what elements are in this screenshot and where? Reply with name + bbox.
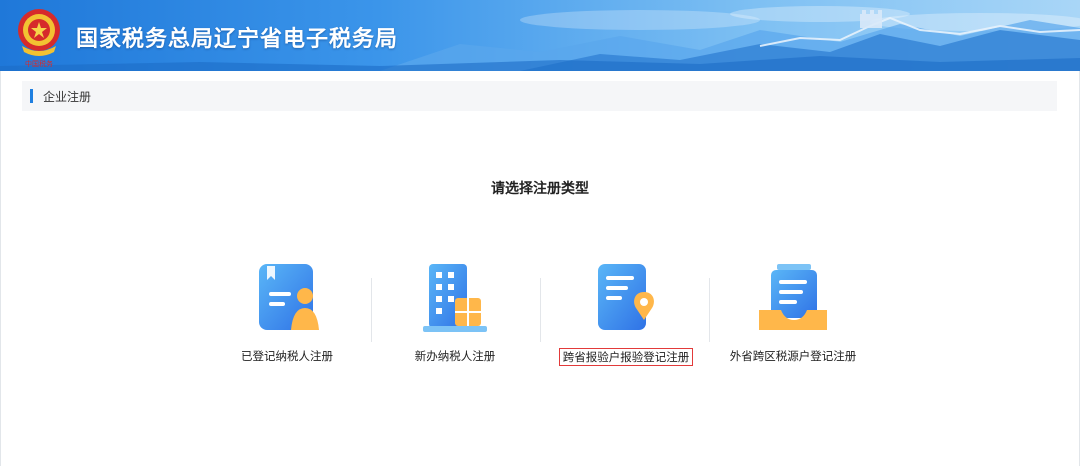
page-title: 请选择注册类型 bbox=[491, 181, 589, 197]
inbox-document-icon bbox=[759, 264, 827, 330]
building-icon bbox=[423, 264, 487, 332]
option-cross-province-inspection[interactable]: 跨省报验户报验登记注册 bbox=[541, 262, 711, 372]
document-location-icon bbox=[598, 264, 654, 330]
content-frame bbox=[0, 71, 1080, 466]
option-other-province-tax-source[interactable]: 外省跨区税源户登记注册 bbox=[708, 262, 878, 372]
highlighted-label: 跨省报验户报验登记注册 bbox=[558, 348, 694, 366]
breadcrumb-label[interactable]: 企业注册 bbox=[43, 88, 91, 105]
option-label: 已登记纳税人注册 bbox=[241, 349, 333, 363]
option-registered-taxpayer[interactable]: 已登记纳税人注册 bbox=[202, 262, 372, 372]
option-label: 外省跨区税源户登记注册 bbox=[729, 349, 857, 363]
site-title: 国家税务总局辽宁省电子税务局 bbox=[76, 27, 399, 52]
option-new-taxpayer[interactable]: 新办纳税人注册 bbox=[370, 262, 540, 372]
option-label: 新办纳税人注册 bbox=[414, 349, 496, 363]
breadcrumb-accent-bar bbox=[30, 89, 33, 103]
svg-text:中国税务: 中国税务 bbox=[25, 59, 53, 68]
site-header: 中国税务 国家税务总局辽宁省电子税务局 bbox=[0, 0, 1080, 71]
breadcrumb: 企业注册 bbox=[22, 81, 1057, 111]
tax-emblem-icon: 中国税务 bbox=[18, 9, 60, 68]
option-label: 跨省报验户报验登记注册 bbox=[541, 348, 711, 366]
registered-taxpayer-icon bbox=[259, 264, 319, 330]
